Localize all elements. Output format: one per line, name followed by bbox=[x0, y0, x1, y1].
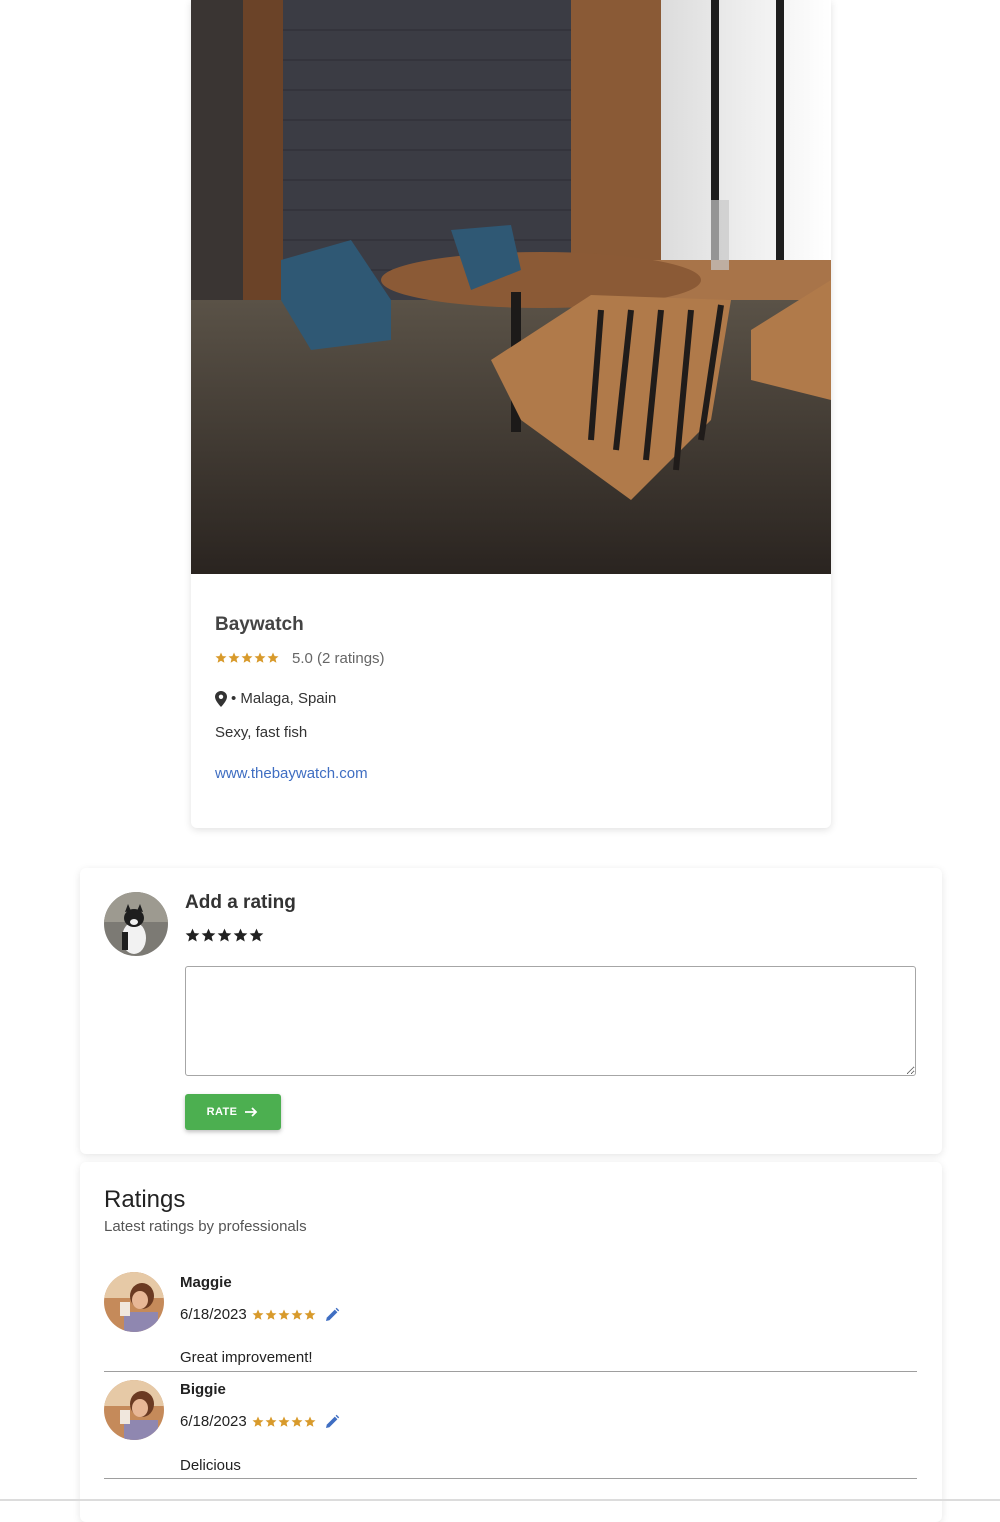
arrow-right-icon bbox=[245, 1107, 258, 1117]
pencil-icon[interactable] bbox=[324, 1307, 340, 1323]
restaurant-name: Baywatch bbox=[215, 614, 304, 635]
restaurant-description: Sexy, fast fish bbox=[215, 724, 308, 741]
location-row: • Malaga, Spain bbox=[215, 690, 336, 707]
star-icon bbox=[291, 1416, 303, 1427]
star-icon bbox=[228, 652, 240, 663]
review-text: Great improvement! bbox=[180, 1349, 313, 1366]
review-meta: 6/18/2023 bbox=[180, 1413, 340, 1430]
avatar bbox=[104, 892, 168, 956]
reviewer-avatar bbox=[104, 1272, 164, 1332]
star-icon bbox=[252, 1416, 264, 1427]
reviewer-name: Biggie bbox=[180, 1381, 226, 1398]
star-icon[interactable] bbox=[233, 928, 248, 943]
star-icon bbox=[265, 1416, 277, 1427]
star-icon bbox=[267, 652, 279, 663]
star-icon[interactable] bbox=[217, 928, 232, 943]
restaurant-rating: 5.0 (2 ratings) bbox=[215, 648, 385, 668]
rate-button[interactable]: RATE bbox=[185, 1094, 281, 1130]
review-text: Delicious bbox=[180, 1457, 241, 1474]
ratings-subtitle: Latest ratings by professionals bbox=[104, 1218, 307, 1235]
star-icon bbox=[291, 1309, 303, 1320]
location-text: • Malaga, Spain bbox=[231, 690, 337, 707]
reviewer-photo bbox=[104, 1380, 164, 1440]
review-divider bbox=[104, 1371, 917, 1372]
review-meta: 6/18/2023 bbox=[180, 1306, 340, 1323]
review-date: 6/18/2023 bbox=[180, 1306, 247, 1323]
star-icon bbox=[304, 1416, 316, 1427]
rating-summary: 5.0 (2 ratings) bbox=[292, 649, 385, 667]
pencil-icon[interactable] bbox=[324, 1414, 340, 1430]
page-bottom-rule bbox=[0, 1499, 1000, 1501]
review-date: 6/18/2023 bbox=[180, 1413, 247, 1430]
star-icon bbox=[278, 1416, 290, 1427]
review-stars bbox=[252, 1309, 316, 1321]
rate-button-label: RATE bbox=[206, 1106, 238, 1118]
reviewer-name: Maggie bbox=[180, 1274, 232, 1291]
star-icon[interactable] bbox=[185, 928, 200, 943]
star-icon[interactable] bbox=[201, 928, 216, 943]
star-icon bbox=[252, 1309, 264, 1320]
restaurant-photo bbox=[191, 0, 831, 574]
cat-avatar-image bbox=[104, 892, 168, 956]
add-rating-title: Add a rating bbox=[185, 892, 296, 913]
map-pin-icon bbox=[215, 690, 227, 707]
star-icon bbox=[278, 1309, 290, 1320]
review-stars bbox=[252, 1416, 316, 1428]
reviewer-photo bbox=[104, 1272, 164, 1332]
star-icon bbox=[254, 652, 266, 663]
ratings-card: Ratings Latest ratings by professionals … bbox=[80, 1162, 942, 1522]
comment-textarea[interactable] bbox=[185, 966, 916, 1076]
reviewer-avatar bbox=[104, 1380, 164, 1440]
restaurant-card: Baywatch 5.0 (2 ratings) • Malaga, Spain… bbox=[191, 0, 831, 828]
star-icon[interactable] bbox=[249, 928, 264, 943]
star-rating-input[interactable] bbox=[185, 928, 264, 943]
website-link[interactable]: www.thebaywatch.com bbox=[215, 765, 368, 782]
star-icon bbox=[304, 1309, 316, 1320]
restaurant-stars bbox=[215, 652, 279, 664]
review-divider bbox=[104, 1478, 917, 1479]
ratings-title: Ratings bbox=[104, 1186, 186, 1213]
star-icon bbox=[265, 1309, 277, 1320]
star-icon bbox=[241, 652, 253, 663]
star-icon bbox=[215, 652, 227, 663]
add-rating-card: Add a rating RATE bbox=[80, 868, 942, 1154]
